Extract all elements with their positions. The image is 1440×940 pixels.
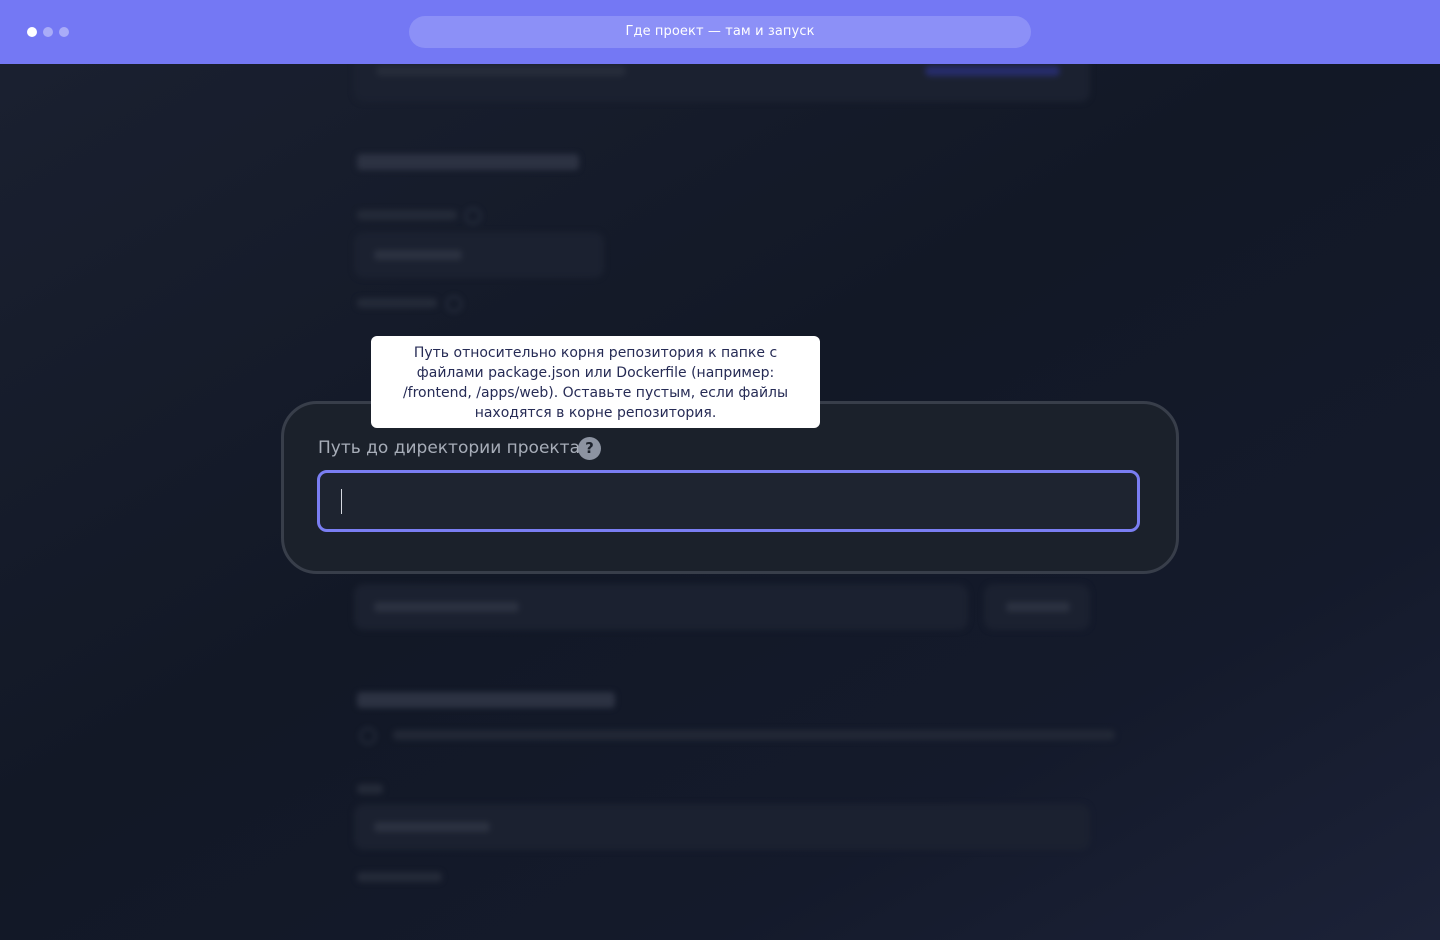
- background-select-text: [374, 602, 519, 612]
- window-dot-minimize[interactable]: [43, 27, 53, 37]
- background-label: [357, 298, 437, 308]
- project-path-label: Путь до директории проекта: [318, 438, 580, 458]
- background-info-text: [393, 730, 1115, 740]
- background-input-text: [374, 822, 490, 832]
- background-link: [925, 66, 1060, 76]
- project-path-input[interactable]: [317, 470, 1140, 532]
- background-label: [357, 210, 457, 220]
- window-dot-maximize[interactable]: [59, 27, 69, 37]
- background-label: [357, 872, 442, 882]
- background-help-icon: [465, 208, 481, 224]
- background-input-text: [374, 250, 462, 260]
- background-help-icon: [446, 296, 462, 312]
- text-caret: [341, 489, 342, 514]
- window-dot-close[interactable]: [27, 27, 37, 37]
- background-heading: [357, 692, 615, 708]
- question-icon[interactable]: ?: [578, 437, 601, 460]
- background-label: [357, 784, 383, 794]
- title-bar: Где проект — там и запуск: [0, 0, 1440, 64]
- background-line: [376, 66, 626, 76]
- help-tooltip: Путь относительно корня репозитория к па…: [371, 336, 820, 428]
- background-info-icon: [360, 728, 376, 744]
- background-button-text: [1006, 602, 1070, 612]
- background-heading: [357, 154, 579, 170]
- window-title: Где проект — там и запуск: [409, 16, 1031, 48]
